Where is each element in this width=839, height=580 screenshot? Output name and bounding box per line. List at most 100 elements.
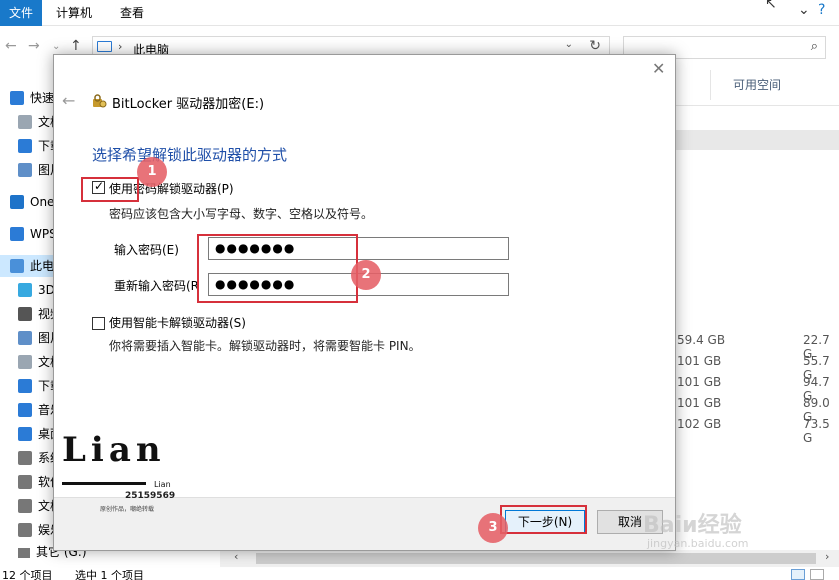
folder-icon	[10, 91, 24, 105]
folder-icon	[18, 115, 32, 129]
watermark-logo-text: Lian	[62, 430, 166, 470]
sidebar-item[interactable]: 桌面	[0, 423, 60, 445]
sidebar-item-label: 此电	[30, 259, 55, 273]
cursor-icon: ↖	[765, 0, 777, 12]
status-bar: 12 个项目 选中 1 个项目	[0, 569, 839, 580]
bitlocker-key-icon	[93, 94, 107, 108]
details-view-icon[interactable]	[791, 569, 805, 580]
sidebar-item[interactable]: 3D	[0, 279, 60, 301]
sidebar-item[interactable]: One	[0, 191, 60, 213]
forward-arrow-icon[interactable]: →	[28, 38, 40, 54]
recent-chevron-icon[interactable]: ⌄	[52, 41, 60, 52]
drive-total-size: 101 GB	[677, 375, 722, 389]
back-arrow-icon[interactable]: ←	[62, 91, 75, 110]
folder-icon	[18, 451, 32, 465]
password-note: 密码应该包含大小写字母、数字、空格以及符号。	[109, 207, 374, 221]
sidebar-item[interactable]: 图片	[0, 159, 60, 181]
drive-row[interactable]: 59.4 GB 22.7 G	[660, 330, 839, 361]
scroll-left-icon[interactable]: ‹	[234, 550, 238, 563]
ribbon: 文件 计算机 查看 ↖ ⌄ ?	[0, 0, 839, 26]
sidebar-item[interactable]: 文档	[0, 351, 60, 373]
folder-icon	[18, 355, 32, 369]
drive-total-size: 102 GB	[677, 417, 722, 431]
drive-total-size: 101 GB	[677, 354, 722, 368]
sidebar-item[interactable]: 文档	[0, 495, 60, 517]
smartcard-unlock-checkbox[interactable]	[92, 317, 105, 330]
annotation-badge-3: 3	[478, 513, 508, 543]
folder-icon	[18, 427, 32, 441]
column-header: 可用空间	[660, 62, 839, 106]
smartcard-unlock-label[interactable]: 使用智能卡解锁驱动器(S)	[109, 314, 246, 331]
collapse-ribbon-icon[interactable]: ⌄	[798, 2, 810, 18]
author-watermark-logo: Lian Lian 25159569 原创作品，嘲绝转载	[62, 430, 182, 515]
baidu-jingyan-watermark: Baiи经验 jingyan.baidu.com	[643, 507, 803, 555]
up-arrow-icon[interactable]: ↑	[70, 38, 82, 54]
help-icon[interactable]: ?	[818, 2, 825, 18]
folder-icon	[18, 475, 32, 489]
baidu-url: jingyan.baidu.com	[647, 537, 749, 550]
folder-icon	[18, 283, 32, 297]
selected-count: 选中 1 个项目	[75, 569, 144, 580]
back-arrow-icon[interactable]: ←	[5, 38, 17, 54]
tab-view[interactable]: 查看	[110, 0, 154, 26]
address-dropdown-icon[interactable]: ⌄	[565, 39, 573, 50]
drive-total-size: 101 GB	[677, 396, 722, 410]
group-header[interactable]	[660, 130, 839, 150]
folder-icon	[10, 227, 24, 241]
smartcard-note: 你将需要插入智能卡。解锁驱动器时，将需要智能卡 PIN。	[109, 339, 421, 353]
drive-row[interactable]: 102 GB 73.5 G	[660, 414, 839, 445]
navigation-pane: 快速 文档 下载 图片 One WPS 此电 3D 视频 图片 文档 下载 音乐 桌面 系统 软件 文档 娱乐	[0, 85, 60, 565]
folder-icon	[18, 331, 32, 345]
sidebar-item[interactable]: 下载	[0, 135, 60, 157]
sidebar-item[interactable]: 软件	[0, 471, 60, 493]
sidebar-item[interactable]: 文档	[0, 111, 60, 133]
annotation-badge-2: 2	[351, 260, 381, 290]
sidebar-item[interactable]: 娱乐	[0, 519, 60, 541]
drive-icon	[18, 547, 30, 558]
folder-icon	[18, 379, 32, 393]
path-separator: ›	[118, 40, 123, 53]
tab-computer[interactable]: 计算机	[46, 0, 102, 26]
folder-icon	[18, 307, 32, 321]
computer-icon	[97, 41, 112, 52]
search-icon: ⌕	[810, 39, 818, 54]
screen: 文件 计算机 查看 ↖ ⌄ ? ← → ⌄ ↑ › 此电脑 ⌄ ↻ ⌕ 快速 文档…	[0, 0, 839, 580]
sidebar-item-label: One	[30, 195, 55, 209]
folder-icon	[18, 403, 32, 417]
sidebar-item[interactable]: 快速	[0, 87, 60, 109]
drive-row[interactable]: 101 GB 94.7 G	[660, 372, 839, 403]
drive-row[interactable]: 101 GB 55.7 G	[660, 351, 839, 382]
watermark-bar	[62, 482, 146, 485]
enter-password-label: 输入密码(E)	[114, 243, 179, 257]
sidebar-item[interactable]: 下载	[0, 375, 60, 397]
scroll-right-icon[interactable]: ›	[825, 550, 829, 563]
sidebar-item[interactable]: 音乐	[0, 399, 60, 421]
drive-free-space: 73.5 G	[803, 417, 830, 445]
folder-icon	[18, 499, 32, 513]
item-count: 12 个项目	[2, 569, 53, 580]
refresh-icon[interactable]: ↻	[589, 38, 601, 54]
dialog-heading: 选择希望解锁此驱动器的方式	[92, 146, 288, 164]
annotation-box-3	[500, 505, 587, 534]
tiles-view-icon[interactable]	[810, 569, 824, 580]
watermark-tagline: 原创作品，嘲绝转载	[100, 506, 155, 513]
close-icon[interactable]: ✕	[652, 59, 665, 78]
folder-icon	[18, 139, 32, 153]
reenter-password-label: 重新输入密码(R	[114, 279, 200, 293]
sidebar-item[interactable]: 图片	[0, 327, 60, 349]
free-space-column-header[interactable]: 可用空间	[733, 76, 781, 93]
sidebar-item[interactable]: 此电	[0, 255, 60, 277]
dialog-title: BitLocker 驱动器加密(E:)	[112, 97, 265, 112]
sidebar-item[interactable]: 视频	[0, 303, 60, 325]
sidebar-item[interactable]: WPS	[0, 223, 60, 245]
drive-total-size: 59.4 GB	[677, 333, 726, 347]
sidebar-item-label: 快速	[30, 91, 55, 105]
tab-file[interactable]: 文件	[0, 0, 42, 26]
annotation-box-2	[197, 234, 358, 303]
column-divider[interactable]	[710, 70, 711, 100]
sidebar-item[interactable]: 系统	[0, 447, 60, 469]
folder-icon	[10, 195, 24, 209]
watermark-number: 25159569	[125, 491, 176, 501]
drive-row[interactable]: 101 GB 89.0 G	[660, 393, 839, 424]
baidu-brand: Baiи经验	[643, 513, 742, 538]
